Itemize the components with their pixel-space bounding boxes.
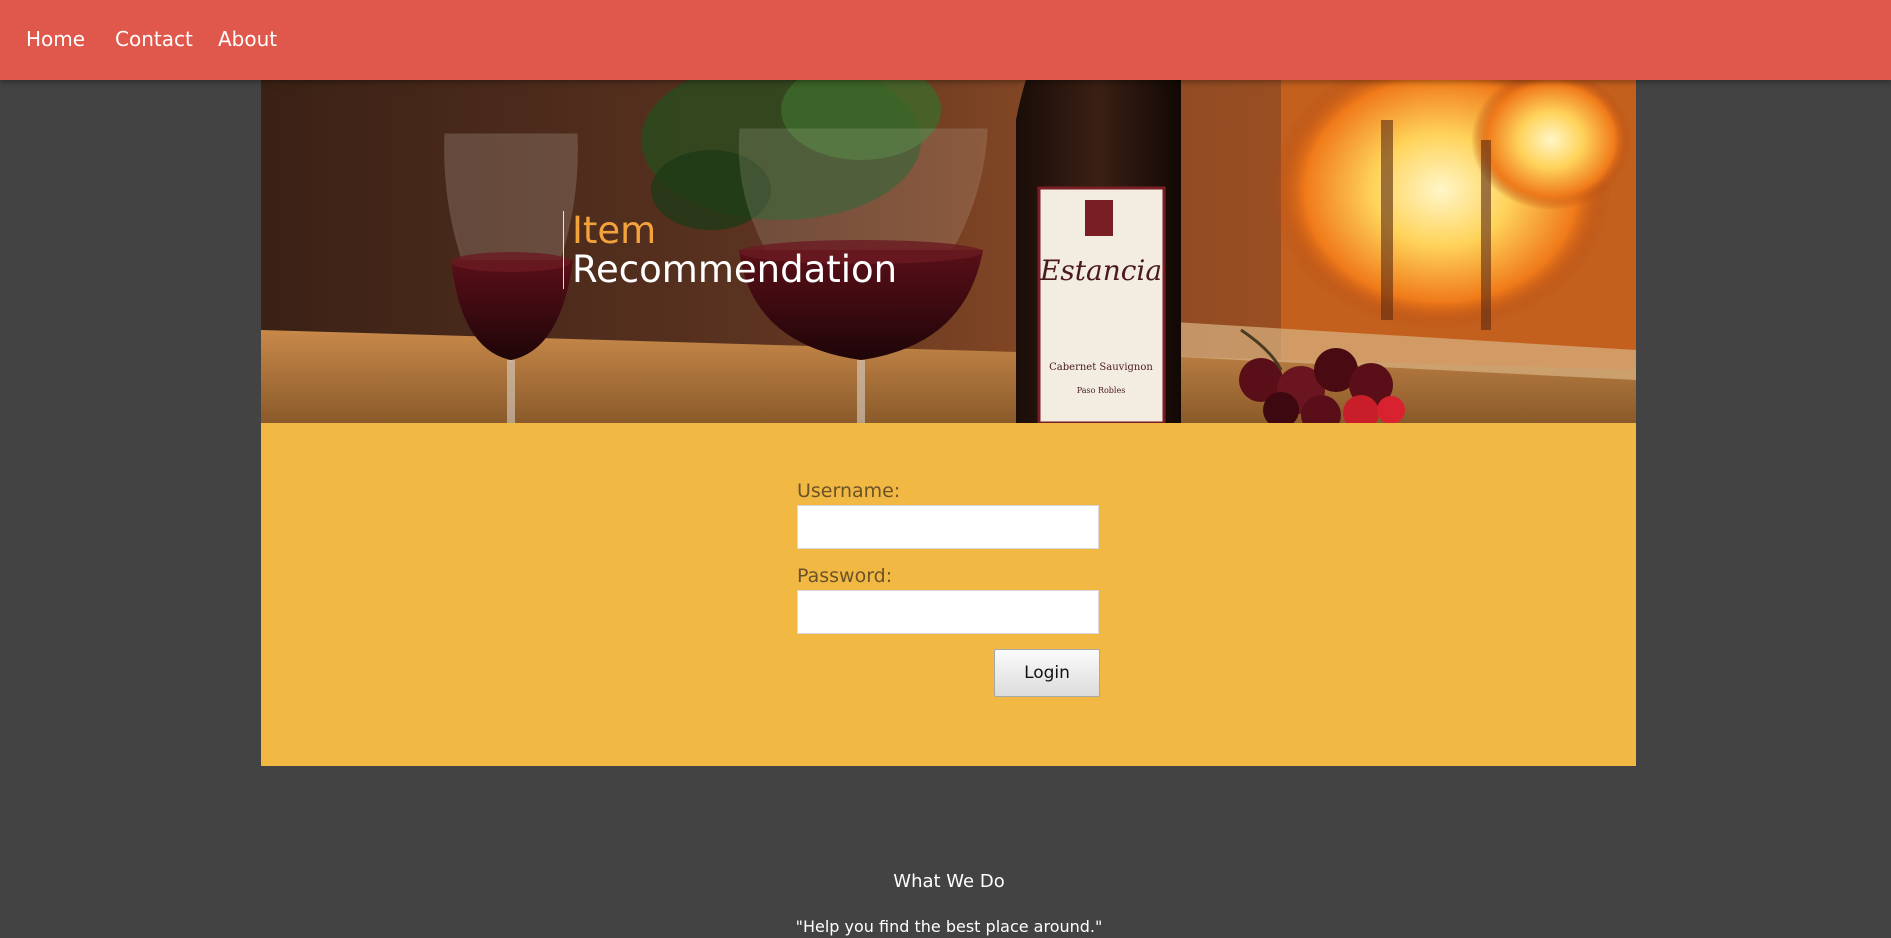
title-line-recommendation: Recommendation <box>572 248 898 291</box>
nav-link-contact[interactable]: Contact <box>115 25 193 53</box>
username-input[interactable] <box>797 505 1099 549</box>
footer-quote: "Help you find the best place around." <box>795 917 1103 936</box>
login-button[interactable]: Login <box>994 649 1100 697</box>
bottle-region-text: Paso Robles <box>1077 386 1126 395</box>
bottle-sublabel-text: Cabernet Sauvignon <box>1049 362 1153 373</box>
hero-banner: Estancia Cabernet Sauvignon Paso Robles … <box>261 80 1636 423</box>
page-title: Item Recommendation <box>563 211 897 289</box>
top-navbar: Home Contact About <box>0 0 1891 80</box>
login-panel: Username: Password: Login <box>261 423 1636 766</box>
nav-link-home[interactable]: Home <box>26 25 85 53</box>
footer-heading: What We Do <box>893 871 1005 892</box>
wine-bottle: Estancia Cabernet Sauvignon Paso Robles <box>1016 80 1181 423</box>
username-label: Username: <box>797 480 901 502</box>
password-input[interactable] <box>797 590 1099 634</box>
password-label: Password: <box>797 565 893 587</box>
nav-link-about[interactable]: About <box>218 25 277 53</box>
bottle-label-text: Estancia <box>1039 254 1162 287</box>
title-line-item: Item <box>572 209 657 252</box>
wine-fireplace-illustration: Estancia Cabernet Sauvignon Paso Robles <box>261 80 1636 423</box>
